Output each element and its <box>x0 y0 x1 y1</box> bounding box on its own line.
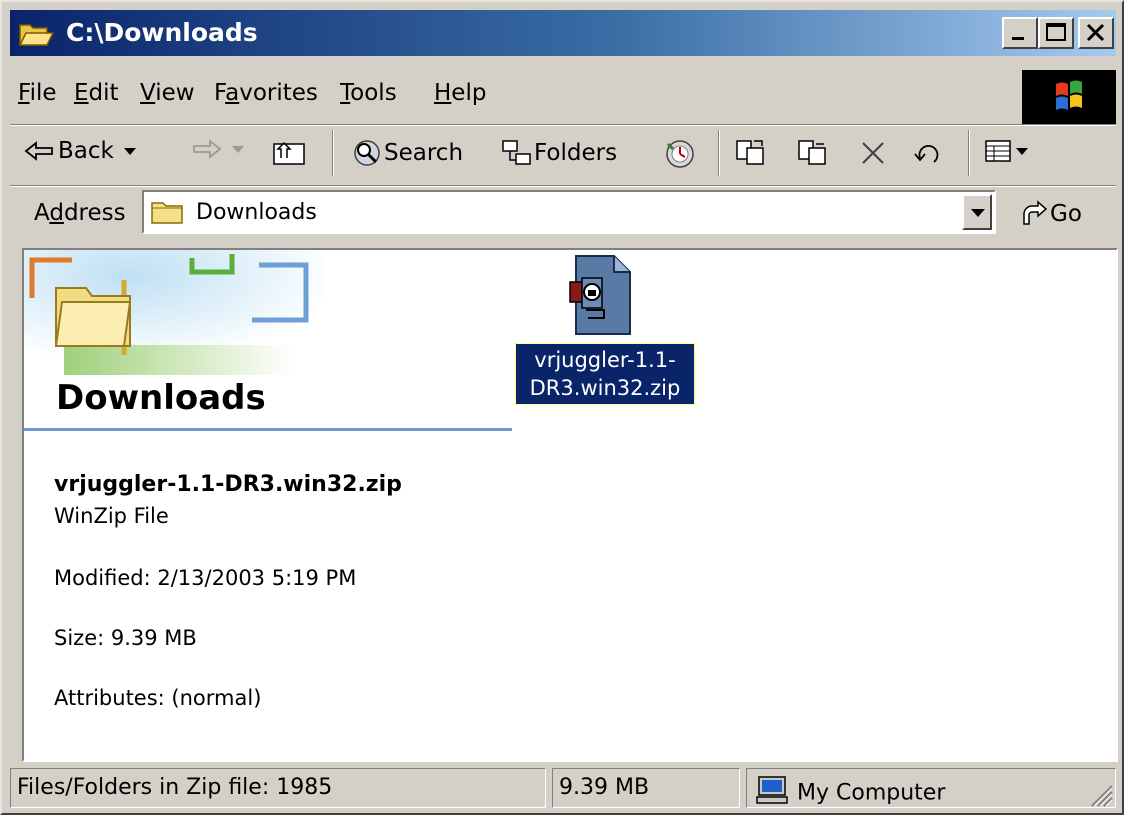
toolbar-separator <box>718 130 720 176</box>
folder-title: Downloads <box>56 378 266 418</box>
address-dropdown-button[interactable] <box>962 194 992 230</box>
selected-file-modified: Modified: 2/13/2003 5:19 PM <box>54 566 357 590</box>
folder-content-pane[interactable]: Downloads vrjuggler-1.1-DR3.win32.zip Wi… <box>22 248 1118 762</box>
standard-toolbar: Back Search Folders <box>10 126 1116 184</box>
toolbar-separator <box>332 130 334 176</box>
header-rule <box>24 428 512 431</box>
menu-view[interactable]: View <box>140 80 195 106</box>
up-folder-button[interactable] <box>272 138 308 168</box>
copy-to-icon <box>798 140 826 165</box>
webview-header: Downloads <box>24 250 514 431</box>
maximize-icon <box>1046 23 1066 41</box>
forward-arrow-icon <box>193 139 222 159</box>
delete-button[interactable] <box>858 138 888 168</box>
address-input[interactable]: Downloads <box>142 190 996 234</box>
move-to-icon <box>736 140 764 165</box>
up-folder-icon <box>273 141 305 165</box>
menu-edit[interactable]: Edit <box>74 80 119 106</box>
back-button[interactable]: Back <box>24 138 136 164</box>
status-size: 9.39 MB <box>552 768 740 808</box>
search-button[interactable]: Search <box>350 138 463 168</box>
views-button[interactable] <box>984 138 1028 164</box>
toolbar-separator <box>968 130 970 176</box>
forward-dropdown-icon[interactable] <box>232 145 244 153</box>
folders-tree-icon <box>502 140 531 165</box>
windows-logo-icon <box>1022 70 1116 124</box>
window-title: C:\Downloads <box>66 18 258 47</box>
status-zone: My Computer <box>746 768 1116 808</box>
maximize-button[interactable] <box>1038 17 1074 49</box>
folder-icon <box>150 198 186 232</box>
explorer-window: C:\Downloads File Edit View Favorites To… <box>0 0 1124 815</box>
close-button[interactable] <box>1078 17 1114 49</box>
winzip-file-icon[interactable] <box>568 254 634 342</box>
selected-file-type: WinZip File <box>54 504 169 528</box>
close-icon <box>1086 23 1105 42</box>
menu-bar: File Edit View Favorites Tools Help <box>10 70 1116 124</box>
minimize-button[interactable] <box>1002 17 1038 49</box>
selected-file-attributes: Attributes: (normal) <box>54 686 262 710</box>
resize-grip-icon[interactable] <box>1086 780 1114 808</box>
back-dropdown-icon[interactable] <box>123 147 136 155</box>
menu-help[interactable]: Help <box>434 80 486 106</box>
views-dropdown-icon[interactable] <box>1016 147 1028 155</box>
address-label: Address <box>34 200 126 226</box>
address-bar: Address Downloads Go <box>10 188 1116 242</box>
delete-x-icon <box>862 142 884 164</box>
selected-file-size: Size: 9.39 MB <box>54 626 197 650</box>
selected-file-name: vrjuggler-1.1-DR3.win32.zip <box>54 472 402 497</box>
folders-button[interactable]: Folders <box>500 138 617 168</box>
my-computer-icon <box>755 775 789 807</box>
undo-button[interactable] <box>912 138 946 168</box>
history-button[interactable] <box>662 138 698 170</box>
copy-to-button[interactable] <box>796 138 830 168</box>
search-icon <box>354 140 380 166</box>
toolbar-address-divider <box>10 185 1116 187</box>
history-clock-icon <box>666 140 694 168</box>
minimize-icon <box>1012 37 1024 40</box>
winzip-file-label[interactable]: vrjuggler-1.1- DR3.win32.zip <box>515 343 695 405</box>
menu-file[interactable]: File <box>18 80 57 106</box>
title-bar[interactable]: C:\Downloads <box>10 10 1116 56</box>
views-grid-icon <box>985 140 1011 162</box>
forward-button[interactable] <box>192 138 244 160</box>
folder-open-icon <box>18 19 55 53</box>
move-to-button[interactable] <box>734 138 768 168</box>
undo-icon <box>914 145 939 163</box>
menu-tools[interactable]: Tools <box>340 80 397 106</box>
go-arrow-icon <box>1023 200 1048 225</box>
go-button[interactable]: Go <box>1020 200 1082 228</box>
menu-favorites[interactable]: Favorites <box>214 80 318 106</box>
status-file-count: Files/Folders in Zip file: 1985 <box>10 768 546 808</box>
address-value: Downloads <box>196 200 317 225</box>
back-arrow-icon <box>24 141 53 161</box>
status-bar: Files/Folders in Zip file: 1985 9.39 MB … <box>10 768 1116 810</box>
